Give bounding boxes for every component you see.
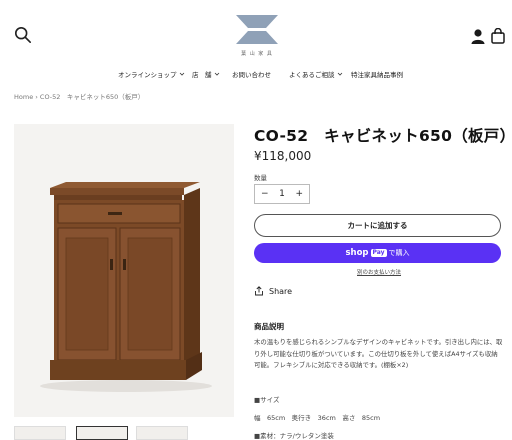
more-payment-options-link[interactable]: 別のお支払い方法 — [357, 268, 401, 276]
product-thumbnail[interactable] — [14, 426, 66, 440]
shoppay-action: で購入 — [388, 249, 410, 257]
search-icon[interactable] — [14, 26, 32, 44]
nav-item-label: お問い合わせ — [232, 71, 271, 79]
main-nav: オンラインショップ 店 舗 お問い合わせ よくあるご相談 特注家具納品事例 — [0, 69, 512, 81]
product-thumbnail[interactable] — [136, 426, 188, 440]
breadcrumb[interactable]: Home › CO-52 キャビネット650（板戸） — [14, 91, 144, 101]
logo-text: 葉 山 家 具 — [241, 51, 273, 57]
material-line: ■素材：ナラ/ウレタン塗装 — [254, 432, 334, 440]
size-heading: ■サイズ — [254, 396, 280, 404]
nav-item-label: オンラインショップ — [118, 71, 177, 79]
cart-icon[interactable] — [491, 28, 505, 44]
quantity-stepper[interactable]: − 1 + — [254, 184, 310, 204]
nav-item-faq[interactable]: よくあるご相談 — [289, 69, 343, 79]
quantity-increase-button[interactable]: + — [295, 189, 303, 199]
nav-item-stores[interactable]: 店 舗 — [192, 69, 220, 79]
description-heading: 商品説明 — [254, 322, 284, 331]
chevron-down-icon — [337, 72, 342, 76]
quantity-label: 数量 — [254, 174, 267, 182]
shoppay-button[interactable]: shop Pay で購入 — [254, 243, 501, 263]
product-main-image[interactable] — [14, 124, 234, 417]
share-label: Share — [269, 286, 293, 296]
nav-item-online-shop[interactable]: オンラインショップ — [118, 69, 185, 79]
description-text: 木の温もりを感じられるシンプルなデザインのキャビネットです。引き出し内には、取り… — [254, 338, 503, 369]
shoppay-pay-badge: Pay — [370, 249, 387, 257]
quantity-decrease-button[interactable]: − — [261, 189, 269, 199]
nav-item-contact[interactable]: お問い合わせ — [232, 69, 271, 79]
nav-item-custom-cases[interactable]: 特注家具納品事例 — [351, 69, 403, 79]
chevron-down-icon — [179, 72, 184, 76]
nav-item-label: よくあるご相談 — [289, 71, 335, 79]
chevron-down-icon — [214, 72, 219, 76]
add-to-cart-button[interactable]: カートに追加する — [254, 214, 501, 237]
size-values: 幅 65cm 奥行き 36cm 高さ 85cm — [254, 414, 381, 422]
logo-mark-icon — [236, 15, 278, 44]
product-thumbnail-active[interactable] — [76, 426, 128, 440]
nav-item-label: 特注家具納品事例 — [351, 71, 403, 79]
product-title: CO-52 キャビネット650（板戸） — [254, 127, 512, 145]
nav-item-label: 店 舗 — [192, 71, 212, 79]
shoppay-brand: shop — [345, 248, 369, 258]
logo[interactable]: 葉 山 家 具 — [232, 10, 282, 60]
cabinet-illustration — [40, 182, 212, 392]
share-button[interactable]: Share — [254, 286, 292, 296]
account-icon[interactable] — [470, 28, 486, 44]
quantity-value[interactable]: 1 — [279, 189, 285, 199]
product-price: ¥118,000 — [254, 149, 312, 163]
share-icon — [255, 286, 263, 296]
